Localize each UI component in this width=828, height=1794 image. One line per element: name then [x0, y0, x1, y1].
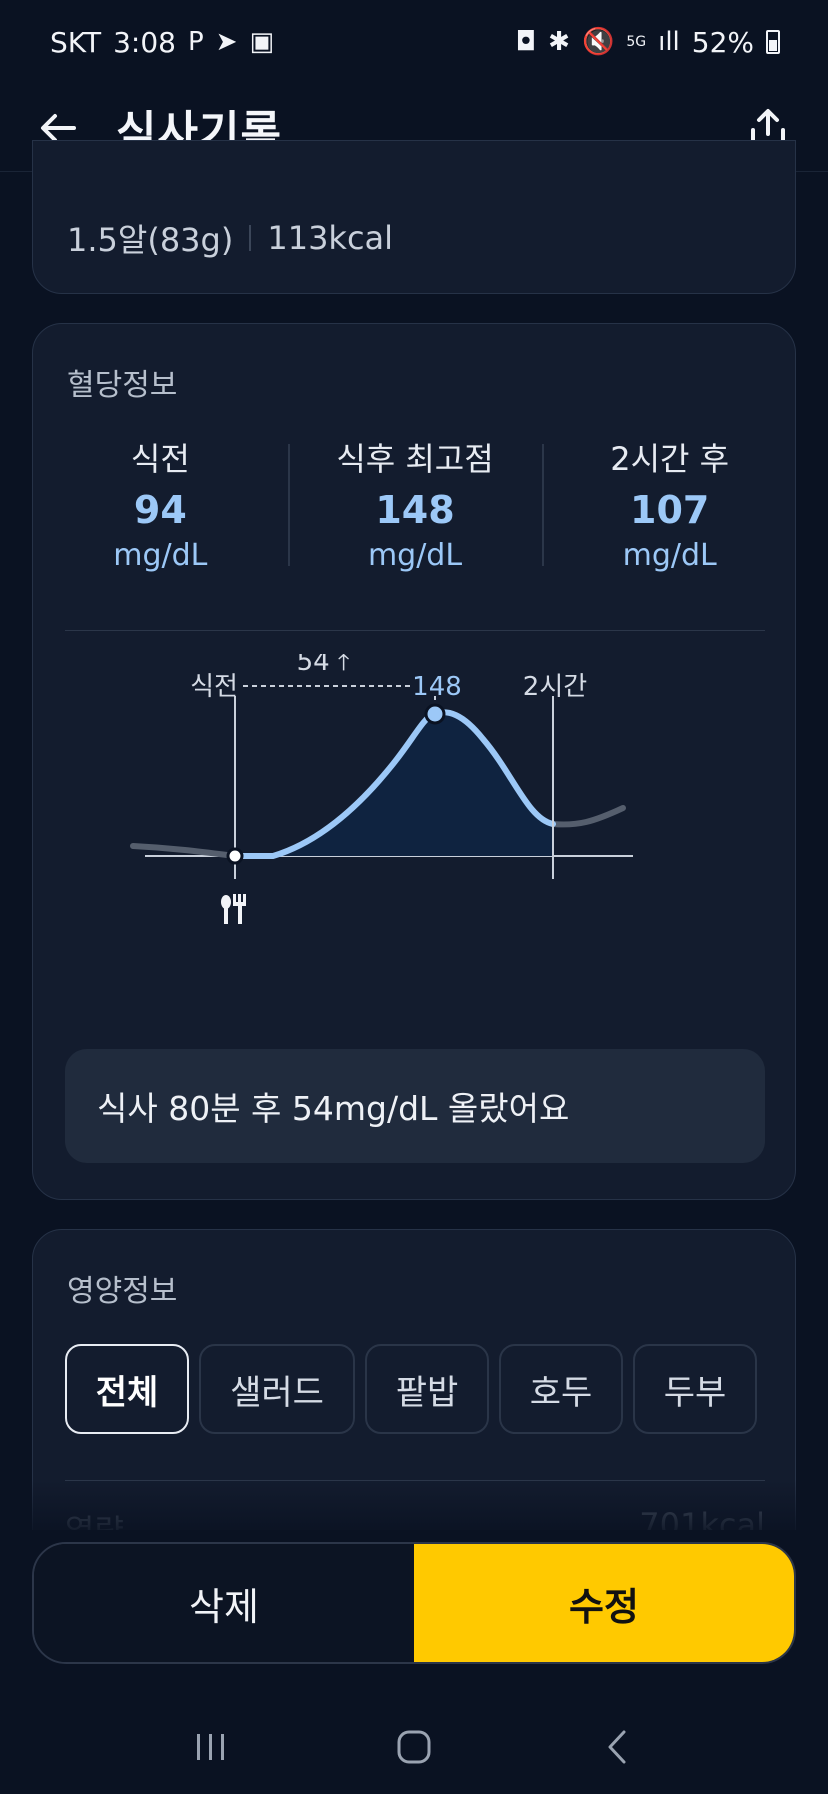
stat-before-meal: 식전 94 mg/dL: [33, 434, 288, 574]
stat-label: 식전: [130, 440, 190, 478]
battery-percent: 52%: [691, 25, 754, 59]
tab-walnut[interactable]: 호두: [499, 1344, 623, 1434]
stat-unit: mg/dL: [367, 538, 463, 573]
pre-meal-line: [130, 843, 238, 859]
stat-peak: 식후 최고점 148 mg/dL: [287, 434, 543, 574]
stat-unit: mg/dL: [622, 538, 717, 573]
back-arrow-icon: [41, 113, 76, 142]
peak-point: [424, 703, 446, 725]
tab-red-bean-rice[interactable]: 팥밥: [365, 1344, 489, 1434]
glucose-chart: 식전 54 ⤒ 148 2시간: [33, 647, 797, 1004]
stat-value: 107: [630, 488, 710, 532]
chart-label-before: 식전: [190, 672, 238, 702]
telegram-icon: ➤: [215, 27, 238, 57]
network-type-label: 5G: [626, 34, 647, 50]
chevron-left-icon: [608, 1730, 626, 1764]
recent-apps-icon: [197, 1734, 225, 1760]
nutrition-section-title: 영양정보: [67, 1274, 178, 1309]
nutrition-tabs: 전체 샐러드 팥밥 호두 두부: [65, 1344, 757, 1434]
stat-unit: mg/dL: [113, 538, 208, 573]
before-point: [226, 847, 244, 865]
glucose-section-title: 혈당정보: [67, 368, 178, 403]
status-bar: SKT 3:08 P ➤ ▣ ◘ ✱ 🔇 5G ıll 52%: [0, 0, 828, 84]
recent-apps-button[interactable]: [181, 1717, 241, 1777]
food-amount-row: 1.5알(83g) 113kcal: [67, 215, 393, 261]
chart-label-two-hours: 2시간: [523, 672, 587, 702]
sync-icon: ◘: [515, 27, 537, 57]
carrier-label: SKT: [50, 25, 102, 59]
delete-button[interactable]: 삭제: [34, 1544, 414, 1662]
separator: [249, 225, 252, 251]
glucose-area: [235, 712, 553, 856]
food-item-card[interactable]: 1.5알(83g) 113kcal: [32, 140, 796, 294]
signal-icon: ıll: [658, 27, 680, 57]
status-right: ◘ ✱ 🔇 5G ıll 52%: [516, 26, 780, 59]
parking-icon: P: [187, 27, 204, 57]
glucose-stats: 식전 94 mg/dL 식후 최고점 148 mg/dL 2시간 후 107 m…: [33, 434, 797, 574]
chart-label-peak: 148: [412, 672, 462, 702]
stat-label: 2시간 후: [610, 440, 730, 478]
glucose-card: 혈당정보 식전 94 mg/dL 식후 최고점 148 mg/dL 2시간 후 …: [32, 323, 796, 1200]
post-window-line: [550, 805, 626, 828]
tab-tofu[interactable]: 두부: [633, 1344, 757, 1434]
stat-value: 94: [133, 488, 187, 532]
stat-value: 148: [375, 488, 455, 532]
glucose-chart-svg: 식전 54 ⤒ 148 2시간: [130, 647, 633, 924]
divider: [65, 630, 765, 631]
action-bar: 삭제 수정: [32, 1542, 796, 1664]
stat-two-hours: 2시간 후 107 mg/dL: [542, 434, 797, 574]
home-icon: [397, 1730, 431, 1764]
profile-notification-icon: ▣: [249, 27, 275, 57]
chart-label-rise: 54 ⤒: [297, 654, 350, 677]
battery-icon: [766, 30, 780, 54]
edit-button[interactable]: 수정: [414, 1544, 794, 1662]
meal-icon: [221, 894, 246, 924]
glucose-summary: 식사 80분 후 54mg/dL 올랐어요: [65, 1049, 765, 1163]
bluetooth-icon: ✱: [548, 27, 570, 57]
food-amount: 1.5알(83g): [67, 221, 234, 259]
status-left: SKT 3:08 P ➤ ▣: [50, 26, 274, 59]
mute-icon: 🔇: [581, 27, 615, 57]
tab-all[interactable]: 전체: [65, 1344, 189, 1434]
stat-label: 식후 최고점: [336, 440, 494, 478]
system-nav-bar: [0, 1700, 828, 1794]
home-button[interactable]: [384, 1717, 444, 1777]
tab-salad[interactable]: 샐러드: [199, 1344, 355, 1434]
system-back-button[interactable]: [587, 1717, 647, 1777]
clock: 3:08: [113, 25, 176, 59]
food-calories: 113kcal: [267, 219, 394, 257]
